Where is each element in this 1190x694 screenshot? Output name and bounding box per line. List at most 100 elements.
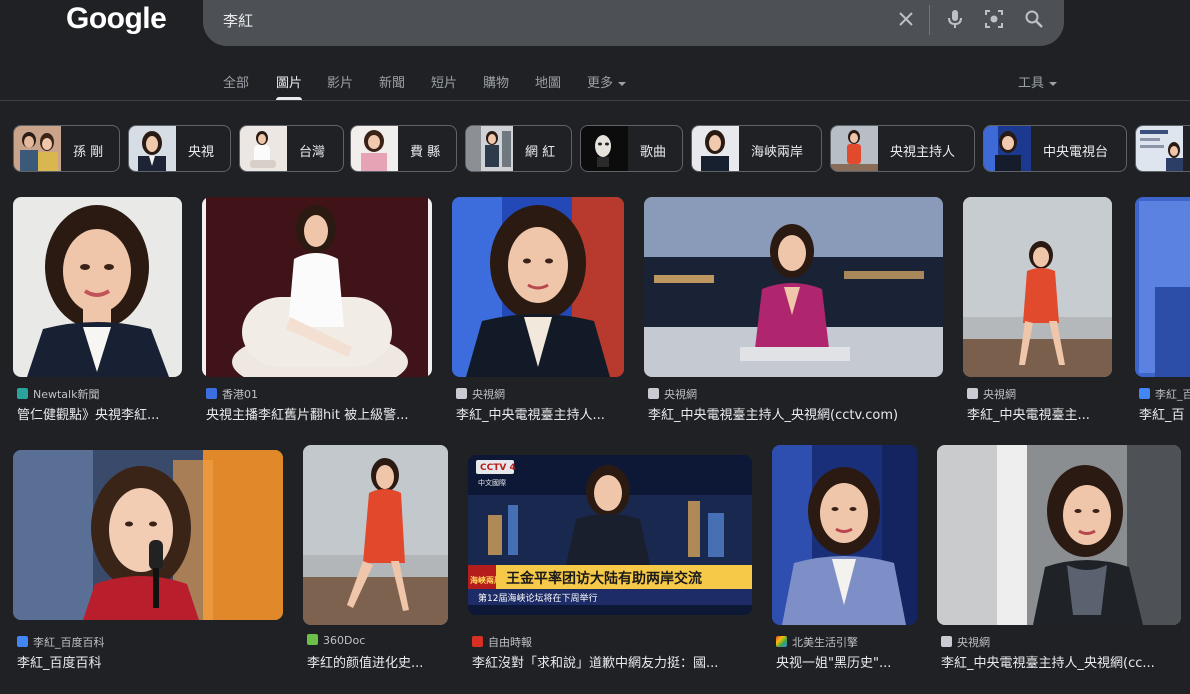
image-result-3[interactable]: 央視網 李紅_中央電視臺主持人_央視網(cctv.com) bbox=[644, 197, 943, 427]
result-thumbnail bbox=[13, 450, 283, 620]
image-result-9[interactable]: 北美生活引擎 央视一姐"黑历史"... bbox=[772, 445, 917, 680]
result-title[interactable]: 李紅_百 bbox=[1139, 404, 1190, 423]
image-result-5[interactable]: 李紅_百 李紅_百 bbox=[1135, 197, 1190, 427]
chip-label: 台灣 bbox=[299, 145, 326, 160]
tab-videos[interactable]: 影片 bbox=[327, 72, 353, 91]
result-source-text: 李紅_百度百科 bbox=[33, 636, 105, 649]
chip-related-0[interactable]: 孫 剛 bbox=[13, 125, 120, 172]
chip-related-9[interactable] bbox=[1135, 125, 1190, 172]
result-title[interactable]: 央視主播李紅舊片翻hit 被上級警... bbox=[206, 404, 432, 423]
chip-related-6[interactable]: 海峽兩岸 bbox=[691, 125, 822, 172]
result-source: 李紅_百度百科 bbox=[17, 634, 283, 650]
result-source: 自由時報 bbox=[472, 634, 752, 650]
image-result-6[interactable]: 李紅_百度百科 李紅_百度百科 bbox=[13, 450, 283, 680]
image-result-4[interactable]: 央視網 李紅_中央電視臺主... bbox=[963, 197, 1112, 427]
result-source-text: 央視網 bbox=[664, 388, 697, 401]
image-result-10[interactable]: 央視網 李紅_中央電視臺主持人_央視網(cc... bbox=[937, 445, 1181, 680]
tab-maps[interactable]: 地圖 bbox=[535, 72, 561, 91]
result-source: 香港01 bbox=[206, 386, 432, 402]
chip-related-4[interactable]: 網 紅 bbox=[465, 125, 572, 172]
result-source: 央視網 bbox=[456, 386, 624, 402]
image-result-2[interactable]: 央視網 李紅_中央電視臺主持人... bbox=[452, 197, 624, 427]
result-thumbnail bbox=[303, 445, 448, 625]
result-source-text: 360Doc bbox=[323, 634, 366, 647]
result-source-text: 央視網 bbox=[957, 636, 990, 649]
hk01-favicon-icon bbox=[206, 388, 217, 399]
tab-more[interactable]: 更多 bbox=[587, 72, 627, 91]
mic-icon[interactable] bbox=[942, 6, 968, 32]
result-source: 360Doc bbox=[307, 634, 448, 647]
chip-thumbnail bbox=[351, 126, 398, 171]
chip-label: 中央電視台 bbox=[1043, 145, 1109, 160]
google-logo[interactable]: Google bbox=[66, 2, 167, 36]
result-thumbnail bbox=[644, 197, 943, 377]
tools-button[interactable]: 工具 bbox=[1018, 72, 1058, 91]
chip-related-7[interactable]: 央視主持人 bbox=[830, 125, 975, 172]
result-source: 央視網 bbox=[648, 386, 943, 402]
tab-shorts[interactable]: 短片 bbox=[431, 72, 457, 91]
result-thumbnail bbox=[202, 197, 432, 377]
chip-related-2[interactable]: 台灣 bbox=[239, 125, 344, 172]
tab-news[interactable]: 新聞 bbox=[379, 72, 405, 91]
search-divider bbox=[929, 5, 930, 35]
result-title[interactable]: 李紅_中央電視臺主持人_央視網(cctv.com) bbox=[648, 404, 943, 423]
cctv-favicon-icon bbox=[648, 388, 659, 399]
result-source: 央視網 bbox=[967, 386, 1112, 402]
beimei-favicon-icon bbox=[776, 636, 787, 647]
baidu-favicon-icon bbox=[17, 636, 28, 647]
cctv-favicon-icon bbox=[967, 388, 978, 399]
result-source: 北美生活引擎 bbox=[776, 634, 917, 650]
image-result-7[interactable]: 360Doc 李红的颜值进化史... bbox=[303, 445, 448, 680]
chip-thumbnail bbox=[1136, 126, 1183, 171]
image-result-0[interactable]: Newtalk新聞 管仁健觀點》央視李紅... bbox=[13, 197, 182, 427]
result-title[interactable]: 李紅_百度百科 bbox=[17, 652, 283, 671]
caret-down-icon bbox=[1049, 81, 1058, 86]
result-thumbnail: CCTV 4 中文國際 海峽兩岸 王金平率团访大陆有助两岸交流 第12屆海峽论坛将在下周… bbox=[468, 455, 752, 615]
chip-label: 費 縣 bbox=[410, 145, 441, 160]
chip-related-8[interactable]: 中央電視台 bbox=[983, 125, 1127, 172]
search-box[interactable] bbox=[203, 0, 1064, 46]
overlay-headline: 王金平率团访大陆有助两岸交流 bbox=[506, 570, 702, 587]
result-source-text: 央視網 bbox=[983, 388, 1016, 401]
result-title[interactable]: 管仁健觀點》央視李紅... bbox=[17, 404, 182, 423]
tab-all[interactable]: 全部 bbox=[223, 72, 249, 91]
result-title[interactable]: 李紅_中央電視臺主持人... bbox=[456, 404, 624, 423]
cctv-favicon-icon bbox=[941, 636, 952, 647]
chip-related-1[interactable]: 央視 bbox=[128, 125, 231, 172]
result-thumbnail bbox=[937, 445, 1181, 625]
image-result-8[interactable]: CCTV 4 中文國際 海峽兩岸 王金平率团访大陆有助两岸交流 第12屆海峽论坛将在下周… bbox=[468, 455, 752, 680]
chip-label: 央視 bbox=[188, 145, 215, 160]
image-result-1[interactable]: 香港01 央視主播李紅舊片翻hit 被上級警... bbox=[202, 197, 432, 427]
chip-thumbnail bbox=[984, 126, 1031, 171]
search-tabs: 全部 圖片 影片 新聞 短片 購物 地圖 更多 工具 bbox=[0, 64, 1190, 100]
lens-icon[interactable] bbox=[981, 6, 1007, 32]
tab-shopping[interactable]: 購物 bbox=[483, 72, 509, 91]
result-title[interactable]: 李紅_中央電視臺主持人_央視網(cc... bbox=[941, 652, 1181, 671]
tab-images[interactable]: 圖片 bbox=[276, 72, 302, 91]
chip-related-5[interactable]: 歌曲 bbox=[580, 125, 683, 172]
overlay-channel-sub: 中文國際 bbox=[478, 478, 506, 487]
result-title[interactable]: 李红的颜值进化史... bbox=[307, 652, 448, 671]
cctv-favicon-icon bbox=[456, 388, 467, 399]
result-source: 李紅_百 bbox=[1139, 386, 1190, 402]
chip-label: 歌曲 bbox=[640, 145, 667, 160]
chip-label: 網 紅 bbox=[525, 145, 556, 160]
result-source-text: 香港01 bbox=[222, 388, 258, 401]
result-thumbnail bbox=[1135, 197, 1190, 377]
result-title[interactable]: 李紅_中央電視臺主... bbox=[967, 404, 1112, 423]
tools-label: 工具 bbox=[1018, 76, 1045, 91]
result-source: 央視網 bbox=[941, 634, 1181, 650]
ltn-favicon-icon bbox=[472, 636, 483, 647]
result-title[interactable]: 李紅沒對「求和說」道歉中網友力挺：國... bbox=[472, 652, 752, 671]
result-source-text: 北美生活引擎 bbox=[792, 636, 858, 649]
clear-icon[interactable] bbox=[893, 6, 919, 32]
search-input[interactable] bbox=[223, 6, 883, 34]
chip-thumbnail bbox=[466, 126, 513, 171]
tab-more-label: 更多 bbox=[587, 76, 614, 91]
result-title[interactable]: 央视一姐"黑历史"... bbox=[776, 652, 917, 671]
chip-thumbnail bbox=[692, 126, 739, 171]
search-icon[interactable] bbox=[1021, 6, 1047, 32]
chip-related-3[interactable]: 費 縣 bbox=[350, 125, 457, 172]
result-source: Newtalk新聞 bbox=[17, 386, 182, 402]
result-thumbnail bbox=[13, 197, 182, 377]
